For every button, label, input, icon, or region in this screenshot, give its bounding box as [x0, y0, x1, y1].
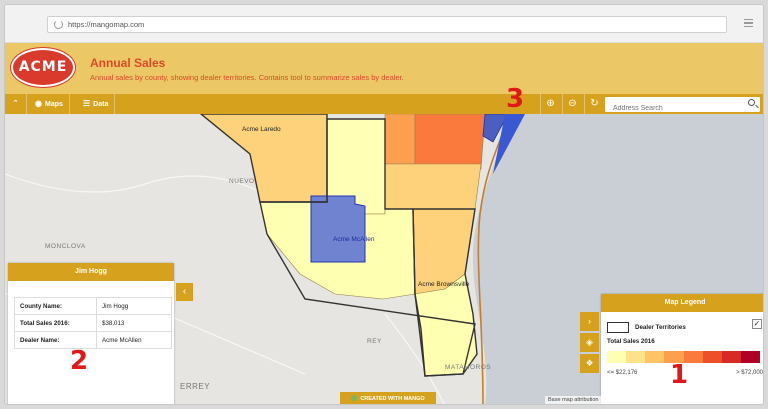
- summarize-icon: ❖: [585, 358, 594, 368]
- globe-icon: ◉: [35, 99, 42, 108]
- app-header: ACME Annual Sales Annual sales by county…: [5, 43, 763, 94]
- layers-icon: ◈: [586, 337, 593, 347]
- page-subtitle: Annual sales by county, showing dealer t…: [90, 73, 404, 82]
- feature-info-panel: Jim Hogg County Name: Jim Hogg Total Sal…: [8, 263, 174, 404]
- place-label: MONCLOVA: [45, 243, 86, 250]
- annotation-2: 2: [70, 346, 89, 376]
- maps-label: Maps: [44, 101, 63, 108]
- ramp-swatch: [645, 351, 665, 363]
- place-label: ERREY: [180, 382, 211, 391]
- page-title: Annual Sales: [90, 56, 166, 70]
- county-kenedy[interactable]: [384, 163, 482, 210]
- chevron-left-icon: ‹: [182, 286, 187, 297]
- search-icon[interactable]: [748, 99, 755, 106]
- layers-button[interactable]: ◈: [580, 333, 599, 352]
- created-with-badge[interactable]: CREATED WITH MANGO: [340, 392, 436, 404]
- hamburger-menu-icon[interactable]: [744, 19, 753, 27]
- zoom-out-button[interactable]: ⊖: [562, 94, 582, 114]
- ramp-min-label: <= $22,176: [607, 370, 638, 376]
- refresh-icon: ↻: [590, 98, 599, 109]
- data-label: Data: [93, 101, 109, 108]
- road: [5, 173, 266, 195]
- browser-window: https://mangomap.com ACME Annual Sales A…: [4, 4, 764, 405]
- legend-territories-label: Dealer Territories: [635, 324, 686, 331]
- reload-icon[interactable]: [54, 20, 63, 29]
- annotation-1: 1: [670, 360, 689, 390]
- url-text: https://mangomap.com: [68, 20, 145, 29]
- mango-icon: [351, 395, 358, 401]
- legend-title: Map Legend: [601, 294, 763, 312]
- county-brooks[interactable]: [384, 114, 416, 165]
- expand-legend-button[interactable]: ›: [580, 312, 599, 331]
- county-kleberg[interactable]: [414, 114, 486, 170]
- address-search[interactable]: [605, 97, 760, 116]
- county-hidalgo[interactable]: [310, 195, 366, 263]
- info-table: County Name: Jim Hogg Total Sales 2016: …: [14, 297, 172, 349]
- toolbar: ⌃ ◉ Maps ☰ Data ⊕ ⊖ ↻: [5, 94, 763, 116]
- territory-label: Acme Laredo: [242, 126, 281, 133]
- url-bar[interactable]: https://mangomap.com: [47, 16, 727, 33]
- territory-swatch: [607, 322, 629, 333]
- chevron-up-icon: ⌃: [12, 100, 19, 107]
- info-value: $38,013: [96, 314, 172, 332]
- ramp-max-label: > $72,000: [736, 370, 763, 376]
- table-row: Dealer Name: Acme McAllen: [14, 331, 172, 349]
- refresh-button[interactable]: ↻: [584, 94, 604, 114]
- ramp-swatch: [607, 351, 627, 363]
- info-value: Acme McAllen: [96, 331, 172, 349]
- place-label: NUEVO: [229, 178, 255, 185]
- annotation-3: 3: [506, 84, 525, 114]
- acme-logo: ACME: [11, 48, 75, 87]
- badge-text: CREATED WITH MANGO: [360, 396, 425, 402]
- chevron-right-icon: ›: [588, 316, 591, 326]
- table-row: County Name: Jim Hogg: [14, 297, 172, 315]
- ramp-swatch: [702, 351, 722, 363]
- ramp-swatch: [740, 351, 760, 363]
- side-tools: › ◈ ❖: [580, 312, 599, 375]
- info-panel-title: Jim Hogg: [8, 263, 174, 281]
- territory-label: Acme McAllen: [333, 236, 375, 243]
- collapse-header-button[interactable]: ⌃: [5, 94, 27, 114]
- info-value: Jim Hogg: [96, 297, 172, 315]
- map-attribution[interactable]: Base map attribution: [545, 396, 602, 404]
- summarize-button[interactable]: ❖: [580, 354, 599, 373]
- ramp-swatch: [721, 351, 741, 363]
- zoom-out-icon: ⊖: [568, 98, 577, 109]
- database-icon: ☰: [83, 99, 91, 108]
- data-button[interactable]: ☰ Data: [77, 94, 116, 114]
- table-row: Total Sales 2016: $38,013: [14, 314, 172, 332]
- info-key: County Name:: [14, 297, 97, 315]
- ramp-swatch: [626, 351, 646, 363]
- maps-button[interactable]: ◉ Maps: [29, 94, 70, 114]
- territories-checkbox[interactable]: ✓: [752, 319, 762, 329]
- zoom-in-icon: ⊕: [546, 98, 555, 109]
- browser-chrome: https://mangomap.com: [5, 5, 763, 43]
- info-key: Total Sales 2016:: [14, 314, 97, 332]
- place-label: REY: [367, 338, 382, 345]
- place-label: MATAMOROS: [445, 364, 492, 371]
- legend-sales-label: Total Sales 2016: [607, 338, 655, 345]
- collapse-info-button[interactable]: ‹: [176, 283, 193, 301]
- zoom-in-button[interactable]: ⊕: [540, 94, 560, 114]
- territory-label: Acme Brownsville: [418, 281, 470, 288]
